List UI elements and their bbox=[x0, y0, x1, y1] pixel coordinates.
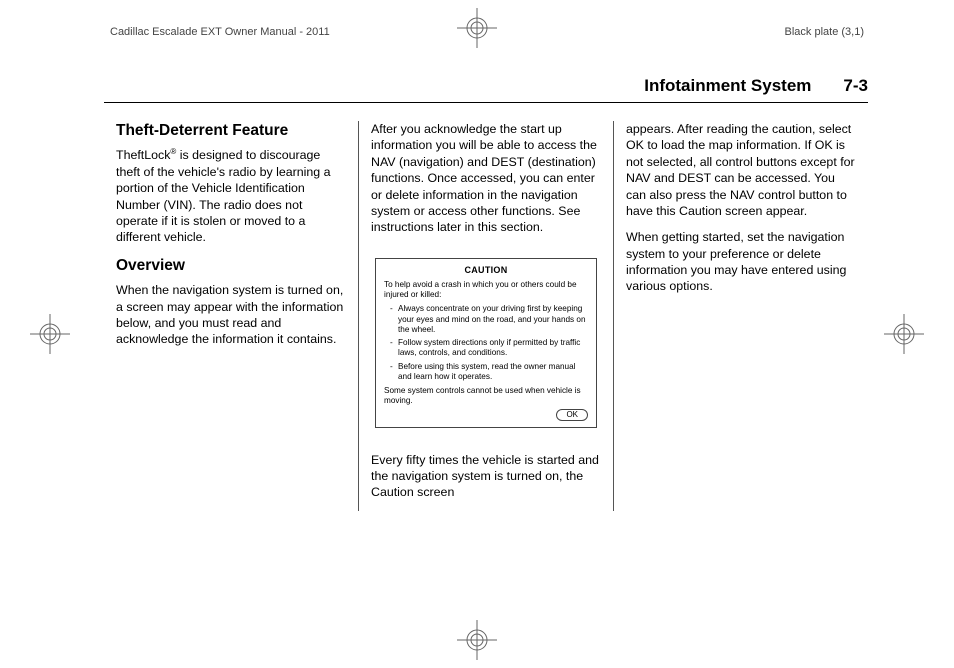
caution-title: CAUTION bbox=[384, 265, 588, 276]
theftlock-word: TheftLock bbox=[116, 149, 170, 163]
caution-item: Follow system directions only if permitt… bbox=[390, 338, 588, 359]
caution-screen-illustration: CAUTION To help avoid a crash in which y… bbox=[375, 258, 597, 428]
section-name: Infotainment System bbox=[644, 76, 811, 96]
page-number: 7-3 bbox=[843, 76, 868, 96]
running-head: Infotainment System 7-3 bbox=[104, 76, 868, 103]
para-overview: When the navigation system is turned on,… bbox=[116, 282, 346, 348]
column-2: After you acknowledge the start up infor… bbox=[358, 121, 613, 511]
heading-theft-deterrent: Theft-Deterrent Feature bbox=[116, 121, 346, 141]
ok-button[interactable]: OK bbox=[556, 409, 588, 421]
registration-mark-left bbox=[30, 314, 70, 354]
caution-item: Before using this system, read the owner… bbox=[390, 362, 588, 383]
para-appears: appears. After reading the caution, sele… bbox=[626, 121, 856, 219]
para-getting-started: When getting started, set the navigation… bbox=[626, 229, 856, 295]
para-theft: TheftLock® is designed to discourage the… bbox=[116, 147, 346, 245]
print-header: Cadillac Escalade EXT Owner Manual - 201… bbox=[110, 26, 864, 38]
plate-label: Black plate (3,1) bbox=[785, 26, 864, 38]
column-3: appears. After reading the caution, sele… bbox=[613, 121, 868, 511]
column-1: Theft-Deterrent Feature TheftLock® is de… bbox=[104, 121, 358, 511]
caution-lead: To help avoid a crash in which you or ot… bbox=[384, 280, 588, 301]
page-body: Infotainment System 7-3 Theft-Deterrent … bbox=[104, 76, 868, 618]
caution-note: Some system controls cannot be used when… bbox=[384, 386, 588, 407]
caution-item: Always concentrate on your driving first… bbox=[390, 304, 588, 335]
manual-title: Cadillac Escalade EXT Owner Manual - 201… bbox=[110, 26, 330, 38]
para-after-ack: After you acknowledge the start up infor… bbox=[371, 121, 601, 236]
registration-mark-bottom bbox=[457, 620, 497, 660]
heading-overview: Overview bbox=[116, 256, 346, 276]
registration-mark-right bbox=[884, 314, 924, 354]
para-every-fifty: Every fifty times the vehicle is started… bbox=[371, 452, 601, 501]
caution-list: Always concentrate on your driving first… bbox=[384, 304, 588, 382]
